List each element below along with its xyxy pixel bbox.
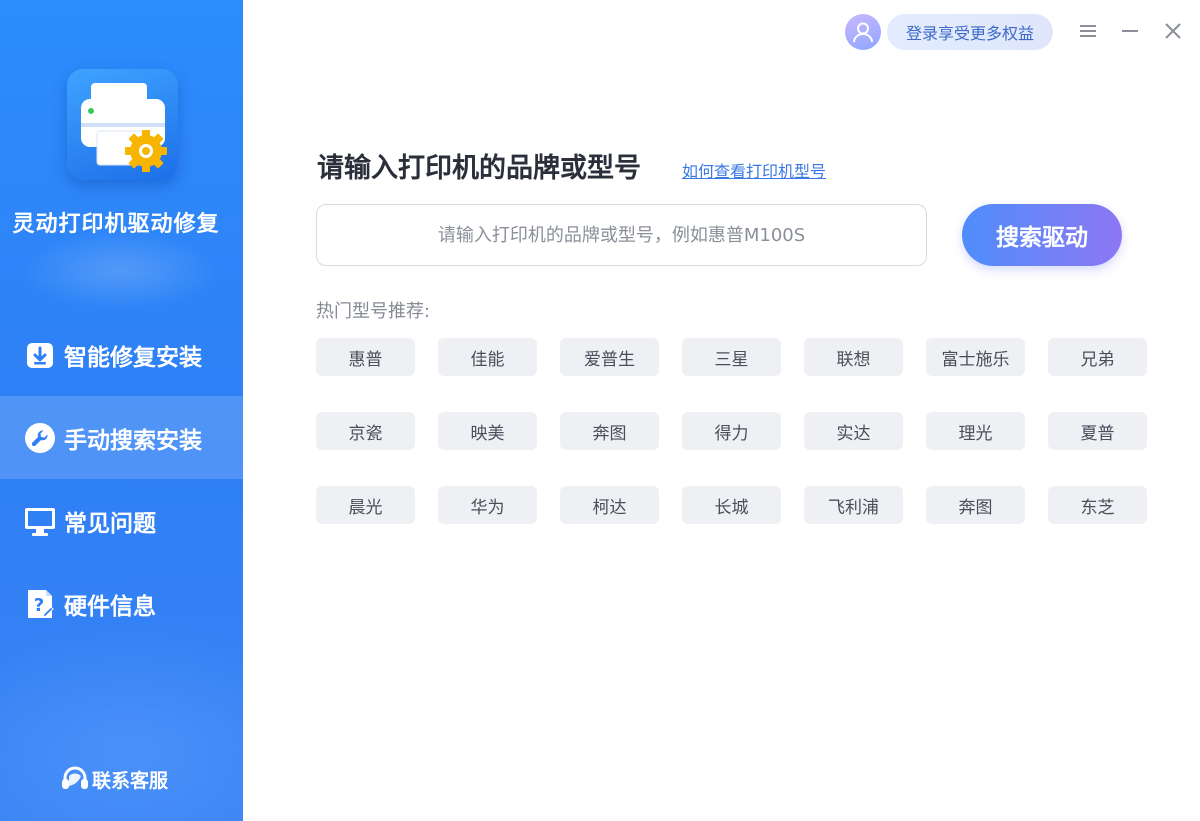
hot-model-tag[interactable]: 晨光 [316,486,415,524]
hot-model-tag[interactable]: 奔图 [560,412,659,450]
hot-model-tag[interactable]: 长城 [682,486,781,524]
hot-model-tag[interactable]: 映美 [438,412,537,450]
hot-model-tag[interactable]: 理光 [926,412,1025,450]
hot-model-tag[interactable]: 飞利浦 [804,486,903,524]
hot-models-label: 热门型号推荐: [316,301,431,322]
sidebar: 灵动打印机驱动修复 智能修复安装 手动搜索安装 常见问题 ? 硬件信息 联系客服 [0,0,243,821]
menu-icon[interactable] [1075,18,1101,44]
sidebar-item-label: 硬件信息 [64,593,156,620]
hot-model-tag[interactable]: 奔图 [926,486,1025,524]
login-button[interactable]: 登录享受更多权益 [887,14,1053,50]
question-doc-icon: ? [24,588,56,620]
download-box-icon [24,339,56,371]
printer-gear-icon [67,69,178,180]
hot-models-grid: 惠普 佳能 爱普生 三星 联想 富士施乐 兄弟 京瓷 映美 奔图 得力 实达 理… [316,338,1147,524]
contact-support-button[interactable]: 联系客服 [60,764,168,794]
sidebar-item-faq[interactable]: 常见问题 [0,479,243,562]
hot-model-tag[interactable]: 东芝 [1048,486,1147,524]
hot-model-tag[interactable]: 实达 [804,412,903,450]
hot-model-tag[interactable]: 三星 [682,338,781,376]
hot-model-tag[interactable]: 兄弟 [1048,338,1147,376]
search-input[interactable] [316,204,927,266]
hot-model-tag[interactable]: 华为 [438,486,537,524]
minimize-icon[interactable] [1117,18,1143,44]
search-driver-button[interactable]: 搜索驱动 [962,204,1122,266]
hot-model-tag[interactable]: 京瓷 [316,412,415,450]
sidebar-nav: 智能修复安装 手动搜索安装 常见问题 ? 硬件信息 [0,313,243,645]
close-icon[interactable] [1160,18,1186,44]
page-title: 请输入打印机的品牌或型号 [317,153,641,184]
sidebar-item-smart-repair[interactable]: 智能修复安装 [0,313,243,396]
sidebar-item-label: 智能修复安装 [64,344,202,371]
hot-model-tag[interactable]: 惠普 [316,338,415,376]
user-avatar-icon[interactable] [845,14,881,50]
sidebar-item-label: 手动搜索安装 [64,427,202,454]
svg-text:?: ? [34,595,44,616]
hot-model-tag[interactable]: 佳能 [438,338,537,376]
hot-model-tag[interactable]: 爱普生 [560,338,659,376]
hot-model-tag[interactable]: 联想 [804,338,903,376]
sidebar-item-manual-search[interactable]: 手动搜索安装 [0,396,243,479]
hot-model-tag[interactable]: 夏普 [1048,412,1147,450]
hot-model-tag[interactable]: 柯达 [560,486,659,524]
app-name: 灵动打印机驱动修复 [12,212,220,237]
how-to-find-model-link[interactable]: 如何查看打印机型号 [682,158,826,182]
wrench-icon [24,422,56,454]
sidebar-item-hardware-info[interactable]: ? 硬件信息 [0,562,243,645]
headset-icon [60,764,90,794]
hot-model-tag[interactable]: 得力 [682,412,781,450]
hot-model-tag[interactable]: 富士施乐 [926,338,1025,376]
contact-support-label: 联系客服 [92,769,169,792]
monitor-icon [24,505,56,537]
sidebar-item-label: 常见问题 [64,510,156,537]
